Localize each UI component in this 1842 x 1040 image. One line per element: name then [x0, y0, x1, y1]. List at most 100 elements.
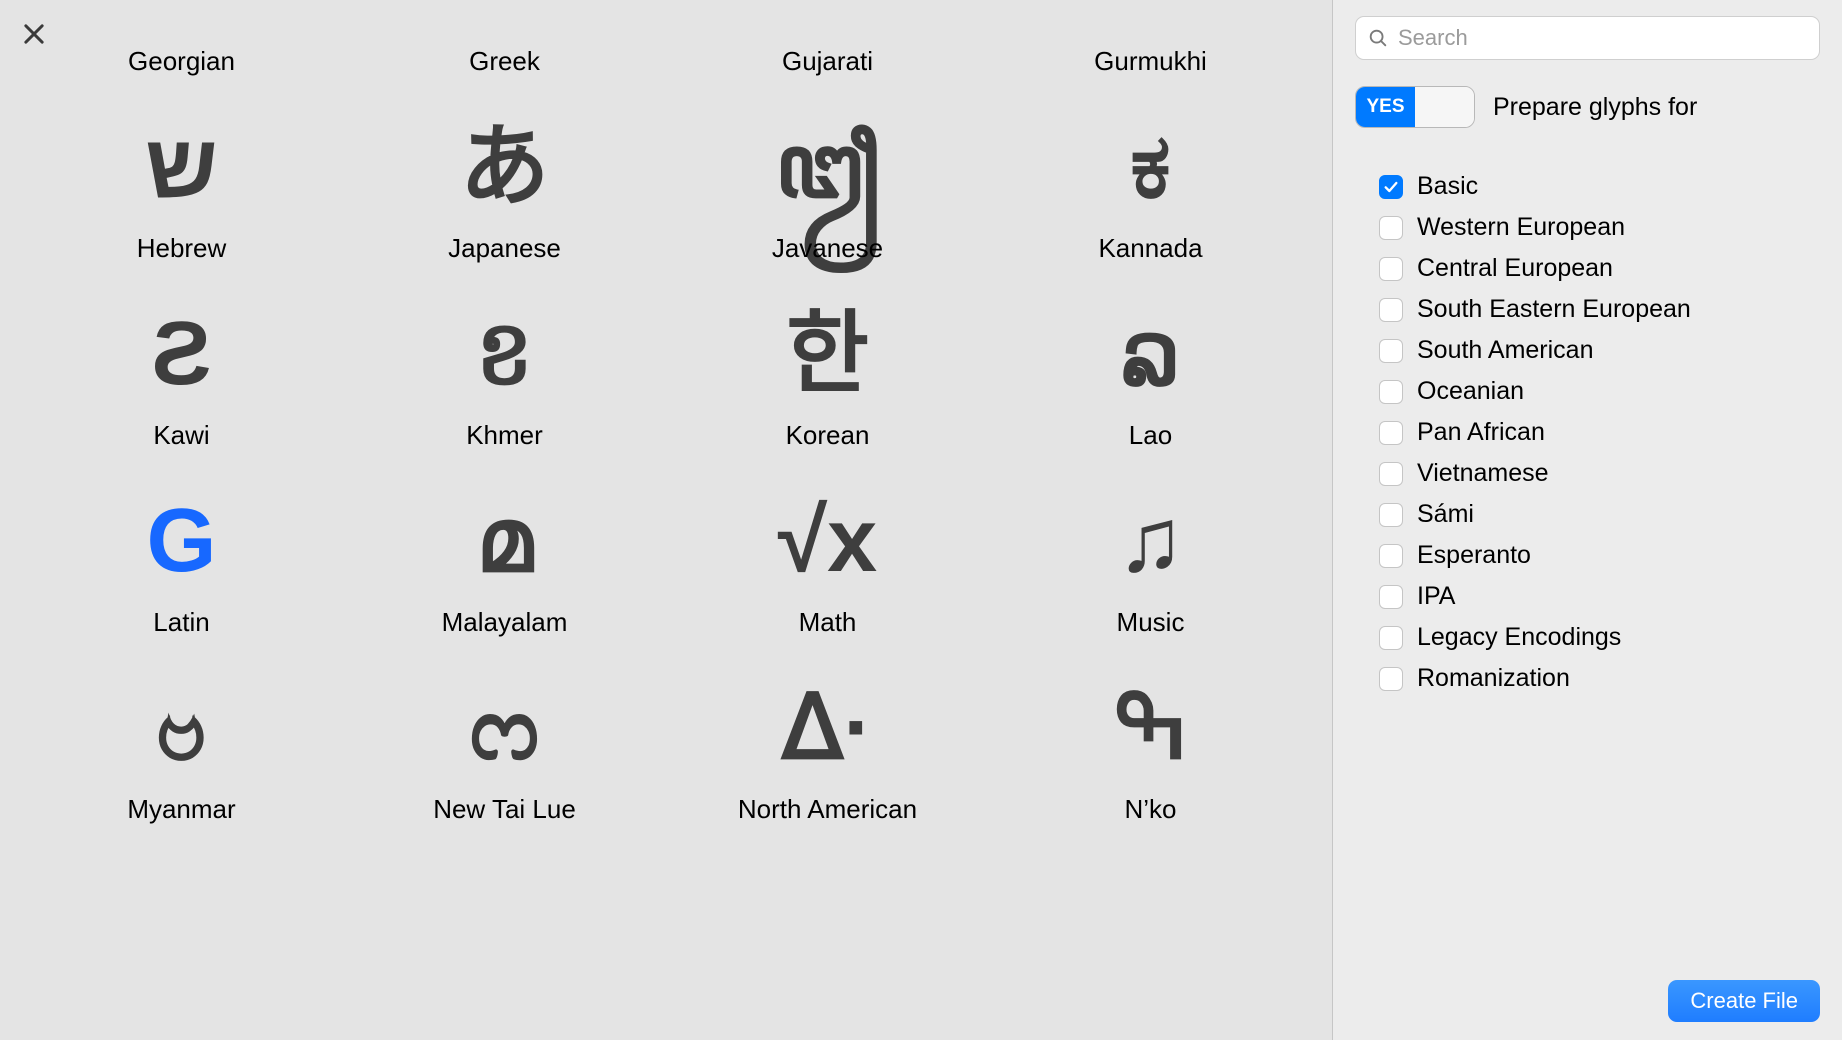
- script-cell-music[interactable]: ♫Music: [999, 481, 1302, 638]
- checkbox[interactable]: [1379, 175, 1403, 199]
- script-glyph-icon: ဗ: [156, 668, 207, 788]
- script-glyph-icon: ש: [145, 107, 217, 227]
- script-cell-n-ko[interactable]: ߒN’ko: [999, 668, 1302, 825]
- script-glyph-icon: √x: [778, 481, 877, 601]
- close-icon: [20, 35, 48, 52]
- script-cell-new-tai-lue[interactable]: ᦂ New Tai Lue: [353, 668, 656, 825]
- script-grid-panel: ႿGeorgian ΩGreek ગGujarati ਗGurmukhi שHebrew…: [0, 0, 1332, 1040]
- glyph-set-option-legacy-encodings[interactable]: Legacy Encodings: [1379, 623, 1820, 652]
- option-label: Pan African: [1417, 418, 1545, 447]
- script-cell-malayalam[interactable]: മMalayalam: [353, 481, 656, 638]
- script-glyph-icon: 한: [786, 294, 869, 414]
- glyph-set-option-western-european[interactable]: Western European: [1379, 213, 1820, 242]
- script-label: Latin: [153, 607, 209, 638]
- option-label: Vietnamese: [1417, 459, 1549, 488]
- checkbox[interactable]: [1379, 667, 1403, 691]
- glyph-set-option-oceanian[interactable]: Oceanian: [1379, 377, 1820, 406]
- script-cell-partial[interactable]: [353, 855, 656, 875]
- script-label: Japanese: [448, 233, 561, 264]
- option-label: Legacy Encodings: [1417, 623, 1621, 652]
- glyph-set-option-south-eastern-european[interactable]: South Eastern European: [1379, 295, 1820, 324]
- script-glyph-icon: Ƨ: [151, 294, 211, 414]
- script-cell-javanese[interactable]: ꦙJavanese: [676, 107, 979, 264]
- script-glyph-icon: ᦂ: [470, 668, 540, 788]
- script-label: Kannada: [1098, 233, 1202, 264]
- script-glyph-icon: ಕ: [1130, 107, 1171, 227]
- script-glyph-icon: G: [146, 481, 216, 601]
- checkbox[interactable]: [1379, 626, 1403, 650]
- script-cell-hebrew[interactable]: שHebrew: [30, 107, 333, 264]
- script-cell-japanese[interactable]: あJapanese: [353, 107, 656, 264]
- option-label: IPA: [1417, 582, 1455, 611]
- script-label: Myanmar: [127, 794, 235, 825]
- glyph-set-option-vietnamese[interactable]: Vietnamese: [1379, 459, 1820, 488]
- script-cell-gujarati[interactable]: ગGujarati: [676, 0, 979, 77]
- script-label: Lao: [1129, 420, 1172, 451]
- script-cell-partial[interactable]: [30, 855, 333, 875]
- glyph-set-option-basic[interactable]: Basic: [1379, 172, 1820, 201]
- prepare-glyphs-label: Prepare glyphs for: [1493, 93, 1697, 122]
- script-cell-partial[interactable]: [999, 855, 1302, 875]
- script-label: Javanese: [772, 233, 883, 264]
- glyph-set-option-ipa[interactable]: IPA: [1379, 582, 1820, 611]
- script-label: Gurmukhi: [1094, 46, 1207, 77]
- search-input[interactable]: [1355, 16, 1820, 60]
- close-button[interactable]: [20, 20, 48, 48]
- option-label: Esperanto: [1417, 541, 1531, 570]
- checkbox[interactable]: [1379, 544, 1403, 568]
- script-glyph-icon: ລ: [1121, 294, 1179, 414]
- glyph-set-option-esperanto[interactable]: Esperanto: [1379, 541, 1820, 570]
- glyph-set-option-s-mi[interactable]: Sámi: [1379, 500, 1820, 529]
- script-cell-partial[interactable]: [676, 855, 979, 875]
- option-label: South American: [1417, 336, 1594, 365]
- checkbox[interactable]: [1379, 421, 1403, 445]
- script-cell-kannada[interactable]: ಕ Kannada: [999, 107, 1302, 264]
- option-label: Oceanian: [1417, 377, 1524, 406]
- script-glyph-icon: ᐃ·: [782, 668, 874, 788]
- sidebar: YES Prepare glyphs for Basic Western Euro…: [1332, 0, 1842, 1040]
- script-cell-khmer[interactable]: ខ Khmer: [353, 294, 656, 451]
- option-label: Western European: [1417, 213, 1625, 242]
- option-label: Romanization: [1417, 664, 1570, 693]
- script-cell-lao[interactable]: ລ Lao: [999, 294, 1302, 451]
- option-label: Basic: [1417, 172, 1478, 201]
- prepare-toggle-row: YES Prepare glyphs for: [1355, 86, 1820, 128]
- script-glyph-icon: ខ: [476, 294, 533, 414]
- script-cell-math[interactable]: √xMath: [676, 481, 979, 638]
- glyph-set-option-pan-african[interactable]: Pan African: [1379, 418, 1820, 447]
- script-label: Khmer: [466, 420, 543, 451]
- prepare-glyphs-toggle[interactable]: YES: [1355, 86, 1475, 128]
- glyph-set-checklist: Basic Western European Central European Sou…: [1355, 172, 1820, 693]
- script-label: N’ko: [1124, 794, 1176, 825]
- script-glyph-icon: മ: [476, 481, 533, 601]
- create-file-button[interactable]: Create File: [1668, 980, 1820, 1022]
- checkbox[interactable]: [1379, 339, 1403, 363]
- script-label: North American: [738, 794, 917, 825]
- script-cell-gurmukhi[interactable]: ਗGurmukhi: [999, 0, 1302, 77]
- script-cell-greek[interactable]: ΩGreek: [353, 0, 656, 77]
- checkbox[interactable]: [1379, 462, 1403, 486]
- script-cell-kawi[interactable]: Ƨ Kawi: [30, 294, 333, 451]
- checkbox[interactable]: [1379, 257, 1403, 281]
- glyph-set-option-romanization[interactable]: Romanization: [1379, 664, 1820, 693]
- script-label: Korean: [786, 420, 870, 451]
- script-label: Greek: [469, 46, 540, 77]
- glyph-set-option-central-european[interactable]: Central European: [1379, 254, 1820, 283]
- checkbox[interactable]: [1379, 503, 1403, 527]
- script-label: New Tai Lue: [433, 794, 576, 825]
- script-cell-latin[interactable]: G Latin: [30, 481, 333, 638]
- checkbox[interactable]: [1379, 216, 1403, 240]
- glyph-set-option-south-american[interactable]: South American: [1379, 336, 1820, 365]
- script-cell-korean[interactable]: 한 Korean: [676, 294, 979, 451]
- toggle-on-segment: YES: [1356, 87, 1415, 127]
- checkbox[interactable]: [1379, 380, 1403, 404]
- option-label: South Eastern European: [1417, 295, 1691, 324]
- script-cell-north-american[interactable]: ᐃ· North American: [676, 668, 979, 825]
- script-cell-georgian[interactable]: ႿGeorgian: [30, 0, 333, 77]
- script-cell-myanmar[interactable]: ဗ Myanmar: [30, 668, 333, 825]
- script-label: Kawi: [153, 420, 209, 451]
- script-label: Gujarati: [782, 46, 873, 77]
- script-glyph-icon: ♫: [1117, 481, 1185, 601]
- checkbox[interactable]: [1379, 585, 1403, 609]
- checkbox[interactable]: [1379, 298, 1403, 322]
